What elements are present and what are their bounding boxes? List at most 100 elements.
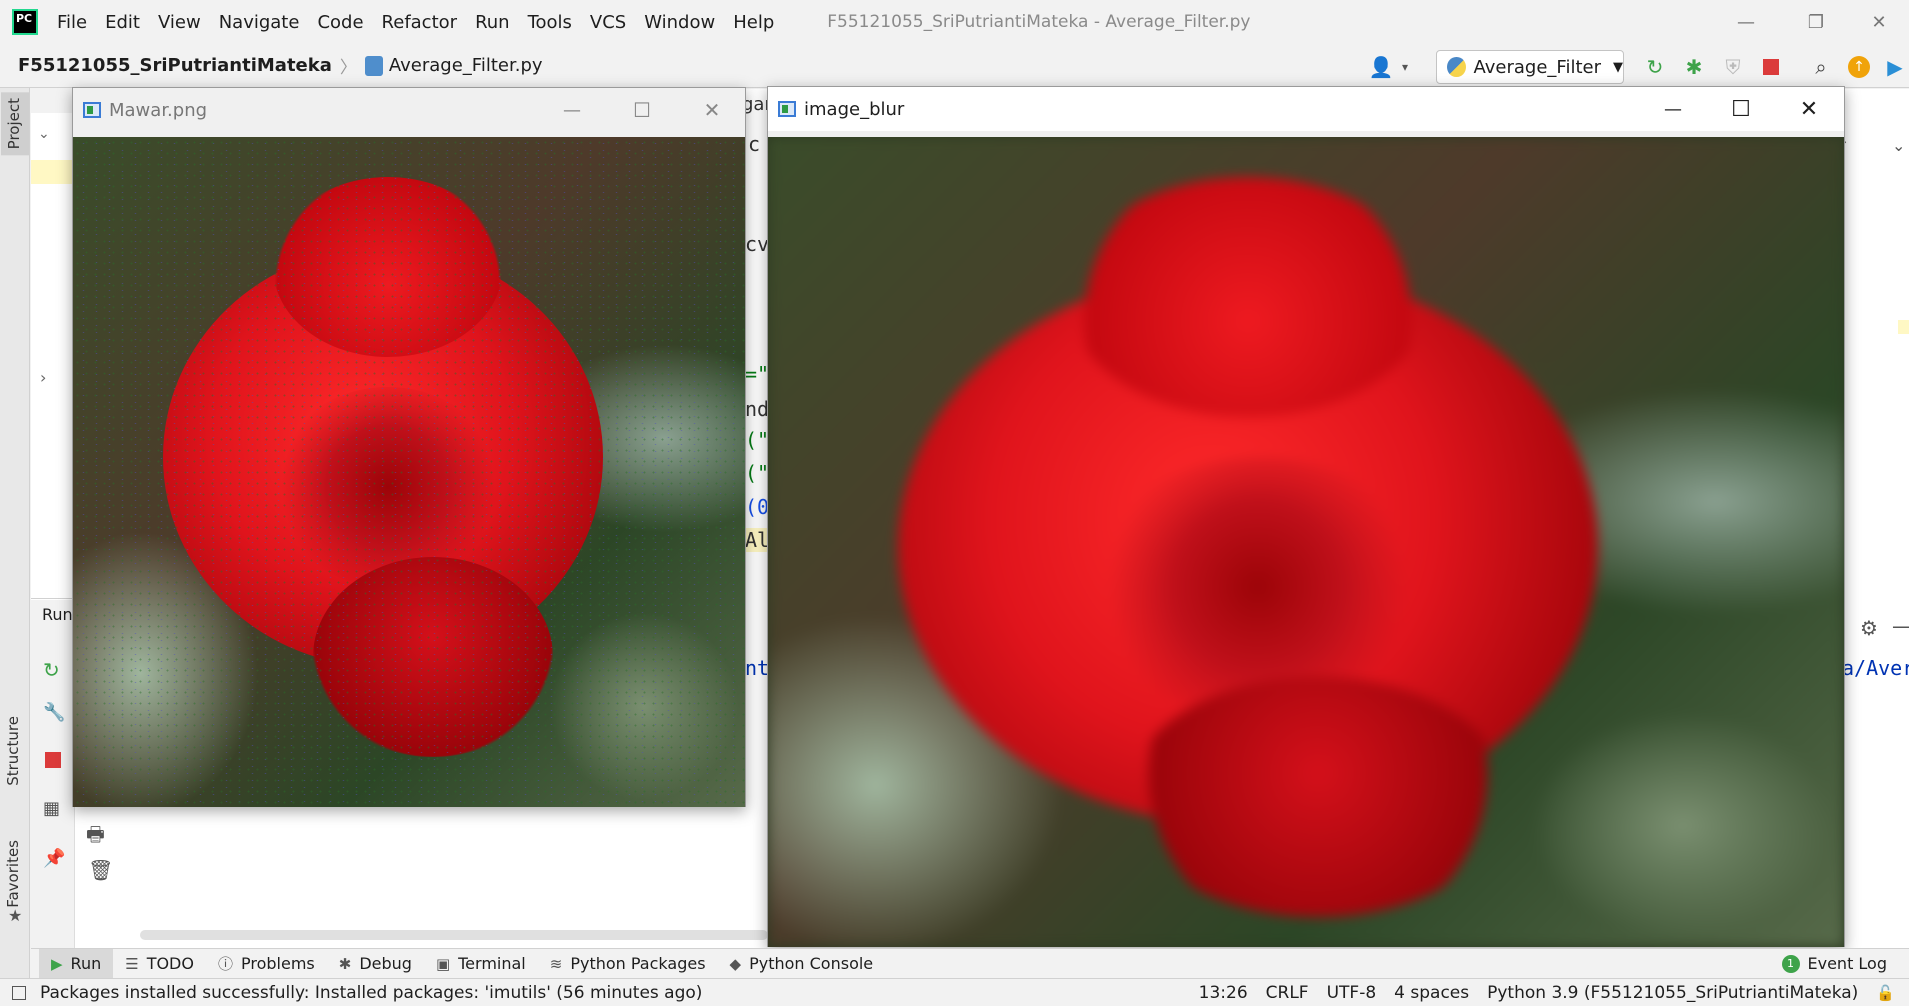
minimize-button[interactable]: —: [1638, 87, 1708, 131]
minimize-button[interactable]: —: [537, 88, 607, 132]
tab-structure[interactable]: Structure: [4, 716, 22, 786]
menu-view[interactable]: View: [149, 12, 210, 33]
breadcrumb-file[interactable]: Average_Filter.py: [389, 55, 543, 76]
lock-icon[interactable]: 🔓: [1876, 984, 1895, 1002]
code-fragment: (0: [745, 495, 770, 519]
file-encoding[interactable]: UTF-8: [1327, 983, 1377, 1003]
bug-icon: ✱: [338, 954, 352, 973]
print-icon[interactable]: 🖶: [86, 820, 105, 854]
image-window-titlebar[interactable]: image_blur — ☐ ✕: [768, 87, 1844, 131]
maximize-button[interactable]: ☐: [1706, 87, 1776, 131]
menu-navigate[interactable]: Navigate: [210, 12, 309, 33]
tab-debug[interactable]: ✱ Debug: [327, 949, 424, 979]
code-fragment: Al: [745, 528, 770, 552]
stop-icon[interactable]: [45, 752, 61, 768]
menu-run[interactable]: Run: [466, 12, 519, 33]
dropdown-arrow-icon: ▼: [1613, 59, 1623, 75]
tab-todo-label: TODO: [146, 954, 194, 973]
pin-icon[interactable]: 📌: [43, 848, 65, 869]
left-tool-strip: Project Structure Favorites ★: [0, 88, 30, 978]
trash-icon[interactable]: 🗑: [88, 858, 113, 882]
run-configuration-select[interactable]: Average_Filter ▼: [1436, 50, 1624, 84]
update-icon[interactable]: ↑: [1846, 54, 1872, 80]
image-window-original[interactable]: Mawar.png — ☐ ✕: [72, 87, 746, 807]
code-fragment: (": [745, 461, 770, 485]
menu-vcs[interactable]: VCS: [581, 12, 635, 33]
toggle-tool-windows-icon[interactable]: [12, 985, 26, 1000]
close-button[interactable]: ✕: [1774, 87, 1844, 131]
close-button[interactable]: ✕: [677, 88, 747, 132]
hide-panel-icon[interactable]: —: [1892, 614, 1909, 638]
layers-icon: ≋: [549, 954, 563, 973]
restore-button[interactable]: ❐: [1781, 0, 1851, 44]
menu-tools[interactable]: Tools: [519, 12, 581, 33]
tab-project[interactable]: Project: [1, 92, 29, 156]
code-fragment: cv: [745, 232, 770, 256]
tab-python-packages-label: Python Packages: [570, 954, 706, 973]
caret-position[interactable]: 13:26: [1199, 983, 1248, 1003]
image-window-titlebar[interactable]: Mawar.png — ☐ ✕: [73, 88, 745, 132]
breadcrumb-project[interactable]: F55121055_SriPutriantiMateka: [18, 55, 332, 76]
expand-arrow-icon[interactable]: ›: [40, 368, 46, 387]
stop-icon[interactable]: [1758, 54, 1784, 80]
search-icon[interactable]: ⌕: [1808, 54, 1834, 80]
close-button[interactable]: ✕: [1849, 0, 1909, 44]
python-interpreter[interactable]: Python 3.9 (F55121055_SriPutriantiMateka…: [1487, 983, 1858, 1003]
tab-favorites[interactable]: Favorites: [4, 840, 22, 908]
menu-file[interactable]: File: [48, 12, 96, 33]
rose-image-blurred: [768, 137, 1844, 947]
horizontal-scrollbar[interactable]: [140, 930, 768, 940]
maximize-button[interactable]: ☐: [607, 88, 677, 132]
tab-problems[interactable]: ⓘ Problems: [206, 949, 327, 979]
menu-code[interactable]: Code: [308, 12, 372, 33]
info-icon: ⓘ: [217, 955, 233, 973]
chevron-down-icon[interactable]: ▾: [1392, 54, 1418, 80]
project-toolbar: [31, 89, 73, 113]
rerun-icon[interactable]: ↻: [1642, 54, 1668, 80]
tab-event-log-label: Event Log: [1807, 954, 1888, 973]
collapse-icon[interactable]: ⌄: [38, 126, 50, 142]
gear-icon[interactable]: ⚙: [1860, 616, 1878, 640]
tab-run[interactable]: ▶ Run: [39, 948, 114, 979]
tab-terminal[interactable]: ▣ Terminal: [424, 949, 538, 979]
editor-strip: [745, 89, 767, 599]
layout-icon[interactable]: ▦: [43, 798, 60, 819]
wrench-icon[interactable]: 🔧: [43, 702, 65, 723]
debug-bug-icon[interactable]: ✱: [1681, 54, 1707, 80]
project-tree-highlight: [31, 160, 73, 184]
indent-setting[interactable]: 4 spaces: [1394, 983, 1469, 1003]
code-fragment: nd: [745, 397, 770, 421]
tab-event-log[interactable]: 1 Event Log: [1770, 949, 1900, 979]
menu-window[interactable]: Window: [635, 12, 724, 33]
user-icon[interactable]: 👤: [1368, 54, 1394, 80]
status-message[interactable]: Packages installed successfully: Install…: [40, 983, 702, 1003]
menu-help[interactable]: Help: [724, 12, 783, 33]
tab-python-packages[interactable]: ≋ Python Packages: [538, 949, 718, 979]
code-fragment: c: [748, 132, 761, 156]
tab-terminal-label: Terminal: [458, 954, 526, 973]
jetbrains-toolbox-icon[interactable]: ▶: [1882, 54, 1908, 80]
editor-highlight: [1898, 320, 1909, 334]
tab-run-label: Run: [70, 954, 102, 973]
breadcrumb-separator: 〉: [339, 58, 357, 78]
menu-edit[interactable]: Edit: [96, 12, 149, 33]
image-window-icon: [83, 102, 101, 118]
tab-python-console[interactable]: ◆ Python Console: [718, 949, 886, 979]
event-log-badge: 1: [1781, 954, 1800, 973]
chevron-down-icon[interactable]: ⌄: [1892, 136, 1905, 155]
run-panel-toolbar: ↻ 🔧 ▦ 📌: [31, 630, 75, 948]
rerun-icon[interactable]: ↻: [43, 658, 60, 682]
bottom-tool-tabs: ▶ Run ☰ TODO ⓘ Problems ✱ Debug ▣ Termin…: [31, 948, 1909, 979]
python-icon: [1447, 57, 1466, 77]
line-separator[interactable]: CRLF: [1266, 983, 1309, 1003]
image-window-blur[interactable]: image_blur — ☐ ✕: [767, 86, 1845, 947]
menu-refactor[interactable]: Refactor: [373, 12, 467, 33]
tab-todo[interactable]: ☰ TODO: [113, 949, 206, 979]
image-window-title: Mawar.png: [109, 99, 208, 121]
image-window-title: image_blur: [804, 98, 905, 120]
run-icon: ▶: [51, 954, 63, 973]
run-panel-header: Run: [31, 600, 75, 630]
console-path-fragment: a/Aver: [1842, 656, 1909, 680]
coverage-icon[interactable]: ⛨: [1720, 54, 1746, 80]
minimize-button[interactable]: —: [1711, 0, 1781, 44]
